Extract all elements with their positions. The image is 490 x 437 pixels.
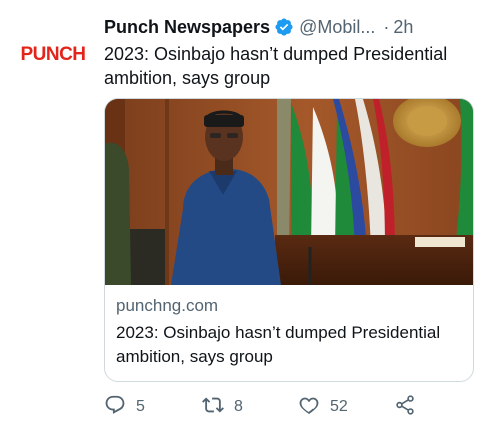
author-handle[interactable]: @Mobil... (299, 17, 375, 38)
card-info: punchng.com 2023: Osinbajo hasn’t dumped… (116, 295, 466, 369)
tweet-header: Punch Newspapers @Mobil... · 2h (104, 14, 484, 40)
like-icon (298, 394, 320, 421)
tweet[interactable]: PUNCH Punch Newspapers @Mobil... · 2h 20… (0, 0, 490, 437)
avatar[interactable]: PUNCH (14, 16, 92, 94)
share-icon (394, 394, 416, 421)
card-domain: punchng.com (116, 296, 219, 315)
link-card[interactable]: punchng.com 2023: Osinbajo hasn’t dumped… (104, 98, 474, 382)
card-title: 2023: Osinbajo hasn’t dumped Presidentia… (116, 323, 441, 366)
retweet-count: 8 (234, 398, 243, 415)
reply-count: 5 (136, 398, 145, 415)
author-name[interactable]: Punch Newspapers (104, 17, 270, 38)
card-image (105, 99, 473, 285)
action-bar: 5 8 52 (104, 394, 484, 420)
reply-button[interactable]: 5 (104, 394, 145, 420)
separator-dot: · (383, 16, 390, 37)
retweet-button[interactable]: 8 (202, 394, 243, 420)
punch-logo: PUNCH (20, 44, 86, 65)
share-button[interactable] (394, 394, 416, 420)
retweet-icon (202, 394, 224, 421)
like-button[interactable]: 52 (298, 394, 348, 420)
timestamp[interactable]: 2h (393, 17, 413, 38)
reply-icon (104, 394, 126, 421)
verified-badge-icon (274, 17, 294, 37)
tweet-text: 2023: Osinbajo hasn’t dumped Presidentia… (104, 44, 448, 88)
like-count: 52 (330, 398, 348, 415)
